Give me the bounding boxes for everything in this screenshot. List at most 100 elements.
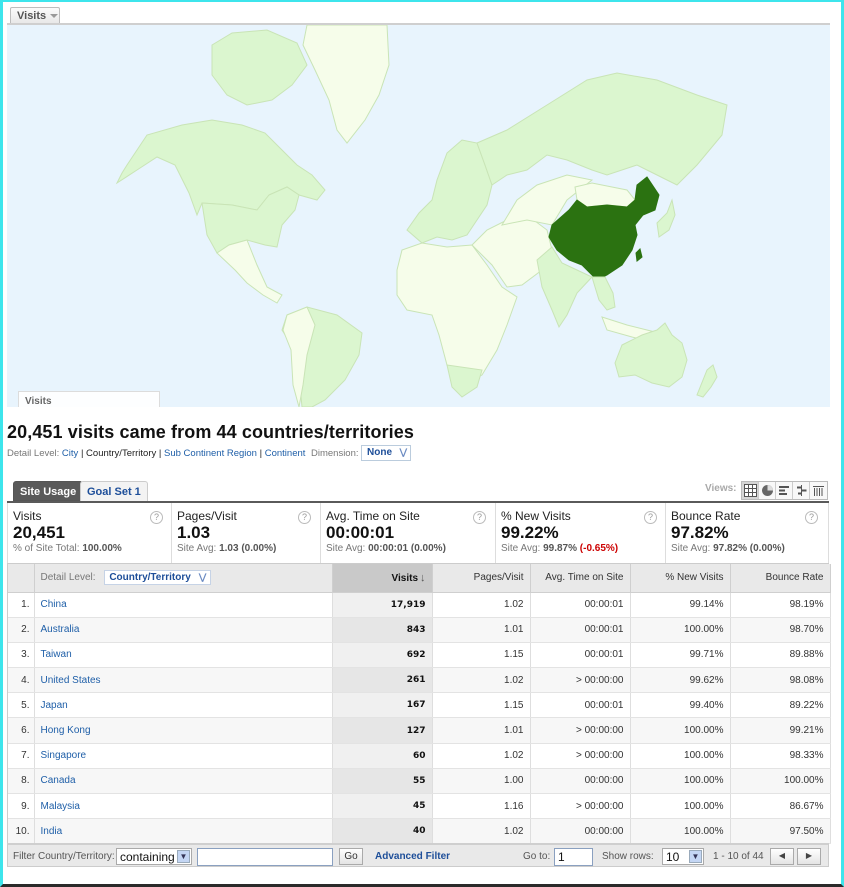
new-visits-cell: 99.71% [630,642,731,669]
country-cell: Taiwan [34,642,333,669]
bar-view-icon [778,486,789,495]
visits-cell: 45 [332,793,433,820]
region-russia[interactable] [476,72,728,186]
sub-delta: (0.00%) [749,543,785,554]
country-link[interactable]: Taiwan [41,649,72,660]
avg-time-cell: > 00:00:00 [530,667,631,694]
country-link[interactable]: China [41,599,67,610]
chevron-left-icon: ◀ [778,851,786,860]
detail-level-country-current: Country/Territory [86,448,157,459]
table-row: 6. Hong Kong 127 1.01 > 00:00:00 100.00% 99.21… [8,717,831,744]
country-link[interactable]: Australia [41,624,80,635]
table-row: 4. United States 261 1.02 > 00:00:00 99.62% 98… [8,667,831,694]
advanced-filter-link[interactable]: Advanced Filter [375,851,450,862]
column-header-avg-time[interactable]: Avg. Time on Site [530,564,631,593]
help-icon[interactable]: ? [805,511,818,524]
goto-page-input[interactable] [554,848,593,866]
column-label: Visits [391,572,419,584]
country-link[interactable]: Canada [41,775,76,786]
pages-visit-cell: 1.15 [432,692,531,719]
region-greenland[interactable] [302,25,390,144]
help-icon[interactable]: ? [150,511,163,524]
table-row: 10. India 40 1.02 00:00:00 100.00% 97.50% [8,818,831,845]
visits-cell: 843 [332,617,433,643]
help-icon[interactable]: ? [298,511,311,524]
sub-value: 99.87% [543,543,577,554]
region-south-africa[interactable] [446,364,483,398]
new-visits-cell: 99.14% [630,592,731,618]
goto-label: Go to: [523,851,551,862]
filter-go-button[interactable]: Go [339,848,363,865]
scorecard-value: 97.82% [671,523,729,542]
pie-view-button[interactable] [759,482,776,499]
avg-time-cell: > 00:00:00 [530,743,631,769]
region-mexico[interactable] [216,239,283,304]
country-cell: Japan [34,692,333,719]
country-cell: Canada [34,768,333,795]
bounce-rate-cell: 99.21% [730,717,831,744]
column-header-pages-visit[interactable]: Pages/Visit [432,564,531,593]
column-header-new-visits[interactable]: % New Visits [630,564,731,593]
filter-input[interactable] [197,848,333,866]
sub-value: 97.82% [713,543,747,554]
country-link[interactable]: Japan [41,700,68,711]
help-icon[interactable]: ? [473,511,486,524]
detail-level-continent[interactable]: Continent [265,448,306,459]
new-visits-cell: 99.62% [630,667,731,694]
row-rank: 8. [8,768,35,795]
table-view-button[interactable] [742,482,759,499]
region-se-asia[interactable] [591,276,616,311]
visits-cell: 60 [332,743,433,769]
detail-level-nav: Detail Level: City | Country/Territory |… [7,448,305,459]
region-mongolia[interactable] [574,182,636,208]
pages-visit-cell: 1.00 [432,768,531,795]
region-europe[interactable] [406,139,493,244]
sub-delta: (0.00%) [410,543,446,554]
detail-level-city[interactable]: City [62,448,78,459]
country-link[interactable]: Hong Kong [41,725,91,736]
previous-page-button[interactable]: ◀ [770,848,794,865]
country-link[interactable]: Malaysia [41,801,80,812]
bar-view-button[interactable] [776,482,793,499]
sub-delta: (0.00%) [241,543,277,554]
country-link[interactable]: India [41,826,63,837]
show-rows-value: 10 [666,850,680,864]
region-arctic-islands[interactable] [211,29,308,106]
country-cell: India [34,818,333,845]
country-link[interactable]: United States [41,675,101,686]
scorecard-bounce-rate: Bounce Rate 97.82% Site Avg: 97.82% (0.0… [666,503,828,563]
show-rows-select[interactable]: 10 ▼ [662,848,704,865]
scorecard-label: Avg. Time on Site [326,509,420,523]
row-rank: 4. [8,667,35,694]
scorecard-new-visits: % New Visits 99.22% Site Avg: 99.87% (-0… [496,503,666,563]
comparison-view-button[interactable] [793,482,810,499]
detail-level-select[interactable]: Country/Territory ⋁ [104,570,212,586]
map-metric-selector[interactable]: Visits [10,7,60,24]
pivot-view-button[interactable] [810,482,827,499]
column-header-visits[interactable]: Visits ↓ [332,564,433,593]
filter-mode-select[interactable]: containing ▼ [116,848,192,865]
tab-site-usage[interactable]: Site Usage [13,481,84,501]
column-header-bounce-rate[interactable]: Bounce Rate [730,564,831,593]
region-new-zealand[interactable] [696,364,718,398]
region-japan[interactable] [656,198,676,238]
country-link[interactable]: Singapore [41,750,87,761]
visits-cell: 692 [332,642,433,669]
avg-time-cell: > 00:00:00 [530,793,631,820]
scorecard-label: Visits [13,509,42,523]
rank-header [8,564,35,593]
avg-time-cell: 00:00:00 [530,768,631,795]
visits-cell: 167 [332,692,433,719]
next-page-button[interactable]: ▶ [797,848,821,865]
help-icon[interactable]: ? [644,511,657,524]
detail-level-sub-continent[interactable]: Sub Continent Region [164,448,257,459]
dimension-select[interactable]: None ⋁ [361,445,411,461]
avg-time-cell: > 00:00:00 [530,717,631,744]
double-chevron-down-icon: ⋁ [198,572,207,583]
region-taiwan[interactable] [635,248,643,262]
world-map[interactable]: Visits 1 17,919 [7,25,830,407]
table-row: 7. Singapore 60 1.02 > 00:00:00 100.00% 98.33% [8,743,831,769]
tab-goal-set-1[interactable]: Goal Set 1 [80,481,148,501]
world-map-svg [115,25,728,407]
table-row: 2. Australia 843 1.01 00:00:01 100.00% 98.70% [8,617,831,643]
